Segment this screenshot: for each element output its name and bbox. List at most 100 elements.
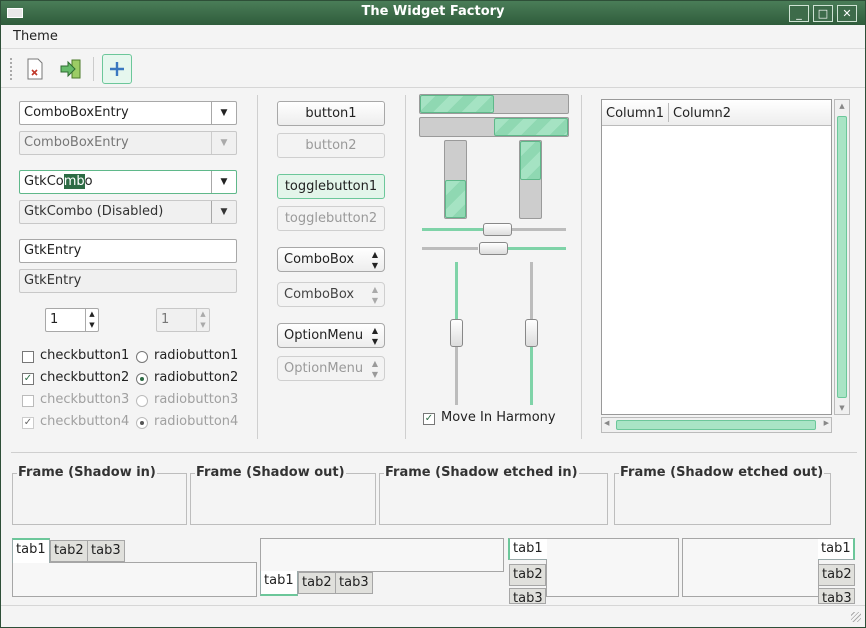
gtk-entry-1[interactable]: GtkEntry — [19, 239, 237, 263]
minimize-button[interactable]: _ — [789, 5, 809, 22]
checkbutton2-box[interactable]: ✓ — [22, 373, 34, 385]
tree-vscrollbar[interactable]: ▲ ▼ — [834, 99, 850, 415]
combo-box-entry-2-text: ComboBoxEntry — [24, 135, 129, 150]
togglebutton2: togglebutton2 — [277, 206, 385, 231]
notebook-top-tab2[interactable]: tab2 — [50, 540, 88, 562]
plus-icon[interactable] — [102, 54, 132, 84]
notebook-right-tab1[interactable]: tab1 — [818, 538, 855, 560]
vscale-2-handle[interactable] — [525, 319, 538, 347]
checkbutton3-label: checkbutton3 — [40, 392, 130, 407]
notebook-right-panel — [682, 538, 819, 597]
menu-theme[interactable]: Theme — [13, 29, 58, 44]
combobox-1-text: ComboBox — [284, 252, 355, 267]
option-menu-2: OptionMenu ▲ ▼ — [277, 356, 385, 381]
notebook-left-panel — [546, 538, 679, 597]
spin-button-1-value: 1 — [50, 312, 59, 327]
exit-icon[interactable] — [56, 54, 86, 84]
combo-box-entry-1[interactable]: ComboBoxEntry ▼ — [19, 101, 237, 125]
progress-bar-v2-fill — [520, 141, 541, 180]
notebook-bottom-tab2[interactable]: tab2 — [298, 572, 336, 594]
frame-shadow-in-title: Frame (Shadow in) — [17, 465, 157, 480]
updown-arrows-icon: ▲ ▼ — [371, 285, 378, 305]
hscale-2-fill — [508, 247, 566, 250]
notebook-bottom-tab1[interactable]: tab1 — [260, 571, 298, 596]
spin-arrows-icon: ▲ ▼ — [196, 309, 209, 331]
section-separator — [11, 452, 857, 453]
scroll-right-icon[interactable]: ▶ — [824, 419, 829, 427]
notebook-top-tab3[interactable]: tab3 — [87, 540, 125, 562]
spin-button-1[interactable]: 1 ▲ ▼ — [45, 308, 99, 332]
scroll-left-icon[interactable]: ◀ — [604, 419, 609, 427]
move-in-harmony-label[interactable]: Move In Harmony — [441, 410, 556, 425]
frame-shadow-in: Frame (Shadow in) — [12, 465, 187, 525]
combobox-2-text: ComboBox — [284, 287, 355, 302]
gtk-combo-disabled-text: GtkCombo (Disabled) — [24, 204, 164, 219]
hscale-2-rail — [422, 247, 478, 250]
frame-shadow-out: Frame (Shadow out) — [190, 465, 376, 525]
title-bar[interactable]: The Widget Factory _ □ ✕ — [1, 1, 865, 25]
combobox-2: ComboBox ▲ ▼ — [277, 282, 385, 307]
notebook-bottom-tab3[interactable]: tab3 — [335, 572, 373, 594]
scroll-down-icon[interactable]: ▼ — [836, 404, 848, 412]
tree-hscroll-thumb[interactable] — [616, 420, 816, 430]
chevron-down-icon[interactable]: ▼ — [211, 171, 236, 193]
hscale-2-handle[interactable] — [479, 242, 508, 255]
checkbutton4-box: ✓ — [22, 417, 34, 429]
checkbutton2-label[interactable]: checkbutton2 — [40, 370, 129, 385]
radiobutton2-circle[interactable] — [136, 373, 148, 385]
move-in-harmony-box[interactable]: ✓ — [423, 413, 435, 425]
radiobutton4-label: radiobutton4 — [154, 414, 239, 429]
gtk-combo-text: GtkCo — [24, 174, 64, 189]
tree-header: Column1 Column2 — [602, 100, 831, 126]
combobox-1[interactable]: ComboBox ▲ ▼ — [277, 247, 385, 272]
notebook-bottom-panel — [260, 538, 504, 572]
notebook-right-tab2[interactable]: tab2 — [818, 564, 855, 586]
resize-grip-icon[interactable] — [851, 612, 861, 622]
menu-bar: Theme — [1, 25, 865, 49]
frame-shadow-etched-out-title: Frame (Shadow etched out) — [619, 465, 825, 480]
vscale-1-handle[interactable] — [450, 319, 463, 347]
togglebutton1[interactable]: togglebutton1 — [277, 174, 385, 199]
checkbutton4-label: checkbutton4 — [40, 414, 130, 429]
column-separator-2 — [405, 95, 406, 439]
checkbutton1-box[interactable] — [22, 351, 34, 363]
radiobutton2-label[interactable]: radiobutton2 — [154, 370, 238, 385]
button1[interactable]: button1 — [277, 101, 385, 126]
column2-header[interactable]: Column2 — [673, 106, 731, 121]
new-file-icon[interactable] — [20, 54, 50, 84]
updown-arrows-icon: ▲ ▼ — [371, 250, 378, 270]
toolbar-grip[interactable] — [10, 58, 13, 80]
gtk-combo[interactable]: GtkCombo ▼ — [19, 170, 237, 194]
chevron-down-icon: ▼ — [211, 132, 236, 154]
frame-shadow-etched-in-title: Frame (Shadow etched in) — [384, 465, 579, 480]
notebook-left-tab2[interactable]: tab2 — [509, 564, 546, 586]
column1-header[interactable]: Column1 — [606, 106, 664, 121]
notebook-top-tab1[interactable]: tab1 — [12, 538, 50, 563]
gtk-combo-text-end: o — [84, 174, 93, 189]
hscale-1-rail — [510, 228, 566, 231]
progress-bar-h1 — [419, 94, 569, 114]
radiobutton1-label[interactable]: radiobutton1 — [154, 348, 238, 363]
column-divider[interactable] — [668, 103, 669, 122]
hscale-1-handle[interactable] — [483, 223, 512, 236]
tree-vscroll-thumb[interactable] — [837, 116, 847, 398]
tree-view[interactable]: Column1 Column2 — [601, 99, 832, 415]
notebook-right-tab3[interactable]: tab3 — [818, 588, 855, 604]
close-button[interactable]: ✕ — [837, 5, 857, 22]
tree-hscrollbar[interactable]: ◀ ▶ — [601, 417, 832, 433]
combo-box-entry-2: ComboBoxEntry ▼ — [19, 131, 237, 155]
maximize-button[interactable]: □ — [813, 5, 833, 22]
scroll-up-icon[interactable]: ▲ — [836, 102, 848, 110]
option-menu-1[interactable]: OptionMenu ▲ ▼ — [277, 323, 385, 348]
spin-button-2-value: 1 — [161, 312, 170, 327]
checkbutton1-label[interactable]: checkbutton1 — [40, 348, 129, 363]
notebook-left-tab3[interactable]: tab3 — [509, 588, 546, 604]
hscale-1-fill — [422, 228, 484, 231]
radiobutton3-circle — [136, 395, 148, 407]
updown-arrows-icon: ▲ ▼ — [371, 326, 378, 346]
notebook-left-tab1[interactable]: tab1 — [508, 538, 547, 560]
window-title: The Widget Factory — [361, 4, 505, 19]
spin-arrows-icon[interactable]: ▲ ▼ — [85, 309, 98, 331]
chevron-down-icon[interactable]: ▼ — [211, 102, 236, 124]
radiobutton1-circle[interactable] — [136, 351, 148, 363]
